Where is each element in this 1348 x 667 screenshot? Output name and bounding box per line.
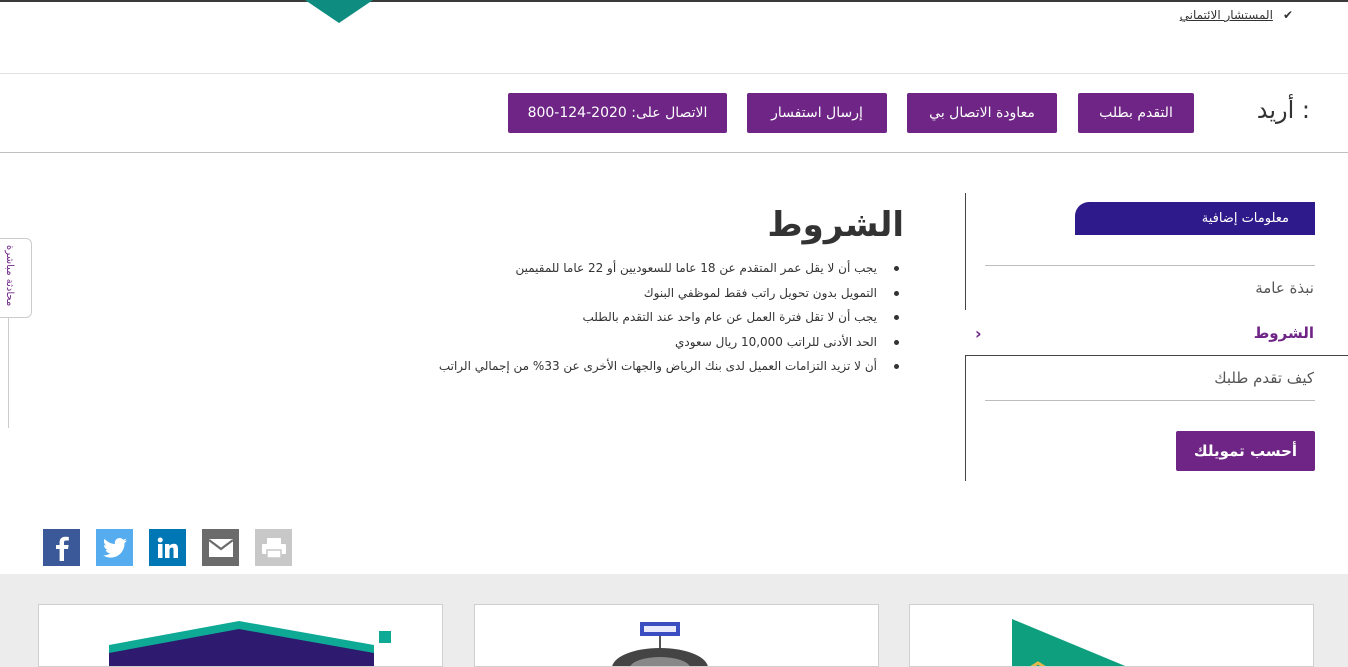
send-inquiry-button[interactable]: إرسال استفسار — [747, 93, 887, 133]
actions-divider — [0, 152, 1348, 153]
logo-fragment — [305, 0, 373, 23]
sidebar-item-conditions[interactable]: الشروط — [1254, 324, 1314, 342]
check-icon: ✔ — [1282, 8, 1293, 22]
chevron-right-icon: › — [975, 324, 982, 343]
print-icon[interactable] — [255, 529, 292, 566]
product-card[interactable] — [909, 604, 1314, 667]
live-chat-label: محادثة مباشرة — [4, 245, 15, 307]
house-illustration — [109, 621, 391, 666]
linkedin-icon[interactable] — [149, 529, 186, 566]
page-title: الشروط — [767, 205, 904, 245]
calculate-financing-button[interactable]: أحسب تمويلك — [1176, 431, 1315, 471]
call-button[interactable]: الاتصال على: 2020-124-800 — [508, 93, 727, 133]
list-item: أن لا تزيد التزامات العميل لدى بنك الريا… — [339, 356, 899, 381]
green-banner-illustration — [1012, 619, 1126, 666]
list-item: التمويل بدون تحويل راتب فقط لموظفي البنو… — [339, 283, 899, 308]
sidebar-divider — [965, 355, 1348, 356]
list-item: الحد الأدنى للراتب 10,000 ريال سعودي — [339, 332, 899, 357]
sidebar-item-overview[interactable]: نبذة عامة — [1255, 279, 1314, 297]
credit-advisor-link[interactable]: المستشار الائتماني — [1180, 8, 1273, 22]
facebook-icon[interactable] — [43, 529, 80, 566]
email-icon[interactable] — [202, 529, 239, 566]
i-want-label: أريد : — [1256, 96, 1310, 124]
product-card[interactable] — [474, 604, 879, 667]
side-divider — [8, 318, 9, 428]
twitter-icon[interactable] — [96, 529, 133, 566]
conditions-list: يجب أن لا يقل عمر المتقدم عن 18 عاما للس… — [339, 258, 899, 381]
apply-button[interactable]: التقدم بطلب — [1078, 93, 1194, 133]
sidebar-divider — [985, 265, 1315, 266]
car-wheel-illustration — [612, 622, 708, 666]
header-divider — [0, 73, 1348, 74]
product-card[interactable] — [38, 604, 443, 667]
sidebar-item-how-to-apply[interactable]: كيف تقدم طلبك — [1214, 369, 1314, 387]
sidebar-divider — [985, 400, 1315, 401]
list-item: يجب أن لا تقل فترة العمل عن عام واحد عند… — [339, 307, 899, 332]
callback-button[interactable]: معاودة الاتصال بي — [907, 93, 1057, 133]
list-item: يجب أن لا يقل عمر المتقدم عن 18 عاما للس… — [339, 258, 899, 283]
top-border — [0, 0, 1348, 2]
live-chat-tab[interactable]: محادثة مباشرة — [0, 238, 32, 318]
credit-advisor-link-row: ✔ المستشار الائتماني — [1180, 8, 1293, 22]
sidebar-header: معلومات إضافية — [1075, 202, 1315, 235]
